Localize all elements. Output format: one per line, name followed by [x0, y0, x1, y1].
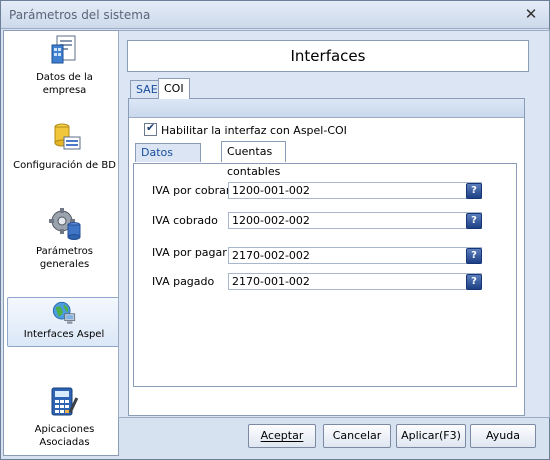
sidebar-item-parametros-generales[interactable]: Parámetros generales [6, 207, 123, 283]
iva-cobrado-help-icon[interactable]: ? [466, 213, 482, 229]
cuentas-contables-panel: IVA por cobrar ? IVA cobrado ? IVA por p… [133, 163, 517, 387]
iva-por-pagar-label: IVA por pagar [152, 246, 227, 259]
sidebar-item-configuracion-bd[interactable]: Configuración de BD [6, 121, 123, 197]
tab-cuentas-contables[interactable]: Cuentas contables [221, 141, 287, 178]
help-button-label: Ayuda [486, 429, 520, 442]
iva-cobrado-input[interactable] [228, 212, 482, 229]
sidebar: Datos de la empresa Configuración de BD … [3, 30, 121, 456]
sidebar-item-label: Apicaciones Asociadas [34, 424, 95, 448]
tab-coi[interactable]: COI [158, 78, 190, 99]
sidebar-item-datos-empresa[interactable]: Datos de la empresa [6, 33, 123, 109]
apply-button[interactable]: Aplicar(F3) [396, 424, 466, 448]
sidebar-item-interfaces-aspel[interactable]: Interfaces Aspel [7, 297, 121, 347]
sidebar-item-label: Interfaces Aspel [23, 329, 105, 340]
checkmark-icon: ✔ [146, 121, 156, 134]
button-bar: Aceptar Cancelar Aplicar(F3) Ayuda [118, 416, 548, 458]
sidebar-item-aplicaciones-asociadas[interactable]: Apicaciones Asociadas [6, 385, 123, 451]
database-icon [54, 123, 80, 150]
accept-button[interactable]: Aceptar [248, 424, 316, 448]
tab-datos-generales[interactable]: Datos generales [135, 143, 202, 177]
iva-pagado-input[interactable] [228, 273, 482, 290]
iva-por-cobrar-label: IVA por cobrar [152, 184, 231, 197]
iva-pagado-label: IVA pagado [152, 275, 215, 288]
iva-por-pagar-help-icon[interactable]: ? [466, 248, 482, 264]
document-building-icon [51, 35, 75, 64]
panel-header-strip [129, 99, 524, 118]
enable-coi-label: Habilitar la interfaz con Aspel-COI [161, 124, 347, 137]
network-globe-icon [52, 301, 76, 324]
iva-por-cobrar-input[interactable] [228, 182, 482, 199]
iva-por-cobrar-help-icon[interactable]: ? [466, 183, 482, 199]
iva-por-pagar-input[interactable] [228, 247, 482, 264]
window-title: Parámetros del sistema [9, 8, 151, 22]
enable-coi-checkbox[interactable]: ✔ [144, 121, 157, 136]
sidebar-item-label: Parámetros generales [36, 246, 93, 270]
iva-pagado-help-icon[interactable]: ? [466, 274, 482, 290]
calculator-icon [51, 387, 78, 416]
sidebar-item-label: Datos de la empresa [36, 72, 93, 96]
iva-cobrado-label: IVA cobrado [152, 214, 218, 227]
sidebar-item-label: Configuración de BD [13, 160, 116, 171]
apply-button-label: Aplicar(F3) [401, 429, 461, 442]
page-title: Interfaces [127, 40, 529, 72]
cancel-button-label: Cancelar [332, 429, 382, 442]
coi-panel: ✔ Habilitar la interfaz con Aspel-COI Dat… [128, 98, 525, 416]
enable-coi-checkbox-row[interactable]: ✔ Habilitar la interfaz con Aspel-COI [144, 121, 347, 137]
gear-database-icon [48, 208, 80, 240]
help-button[interactable]: Ayuda [470, 424, 536, 448]
accept-button-label: Aceptar [260, 429, 304, 442]
close-icon[interactable]: ✕ [523, 6, 539, 22]
cancel-button[interactable]: Cancelar [323, 424, 391, 448]
title-bar: Parámetros del sistema ✕ [1, 1, 549, 29]
